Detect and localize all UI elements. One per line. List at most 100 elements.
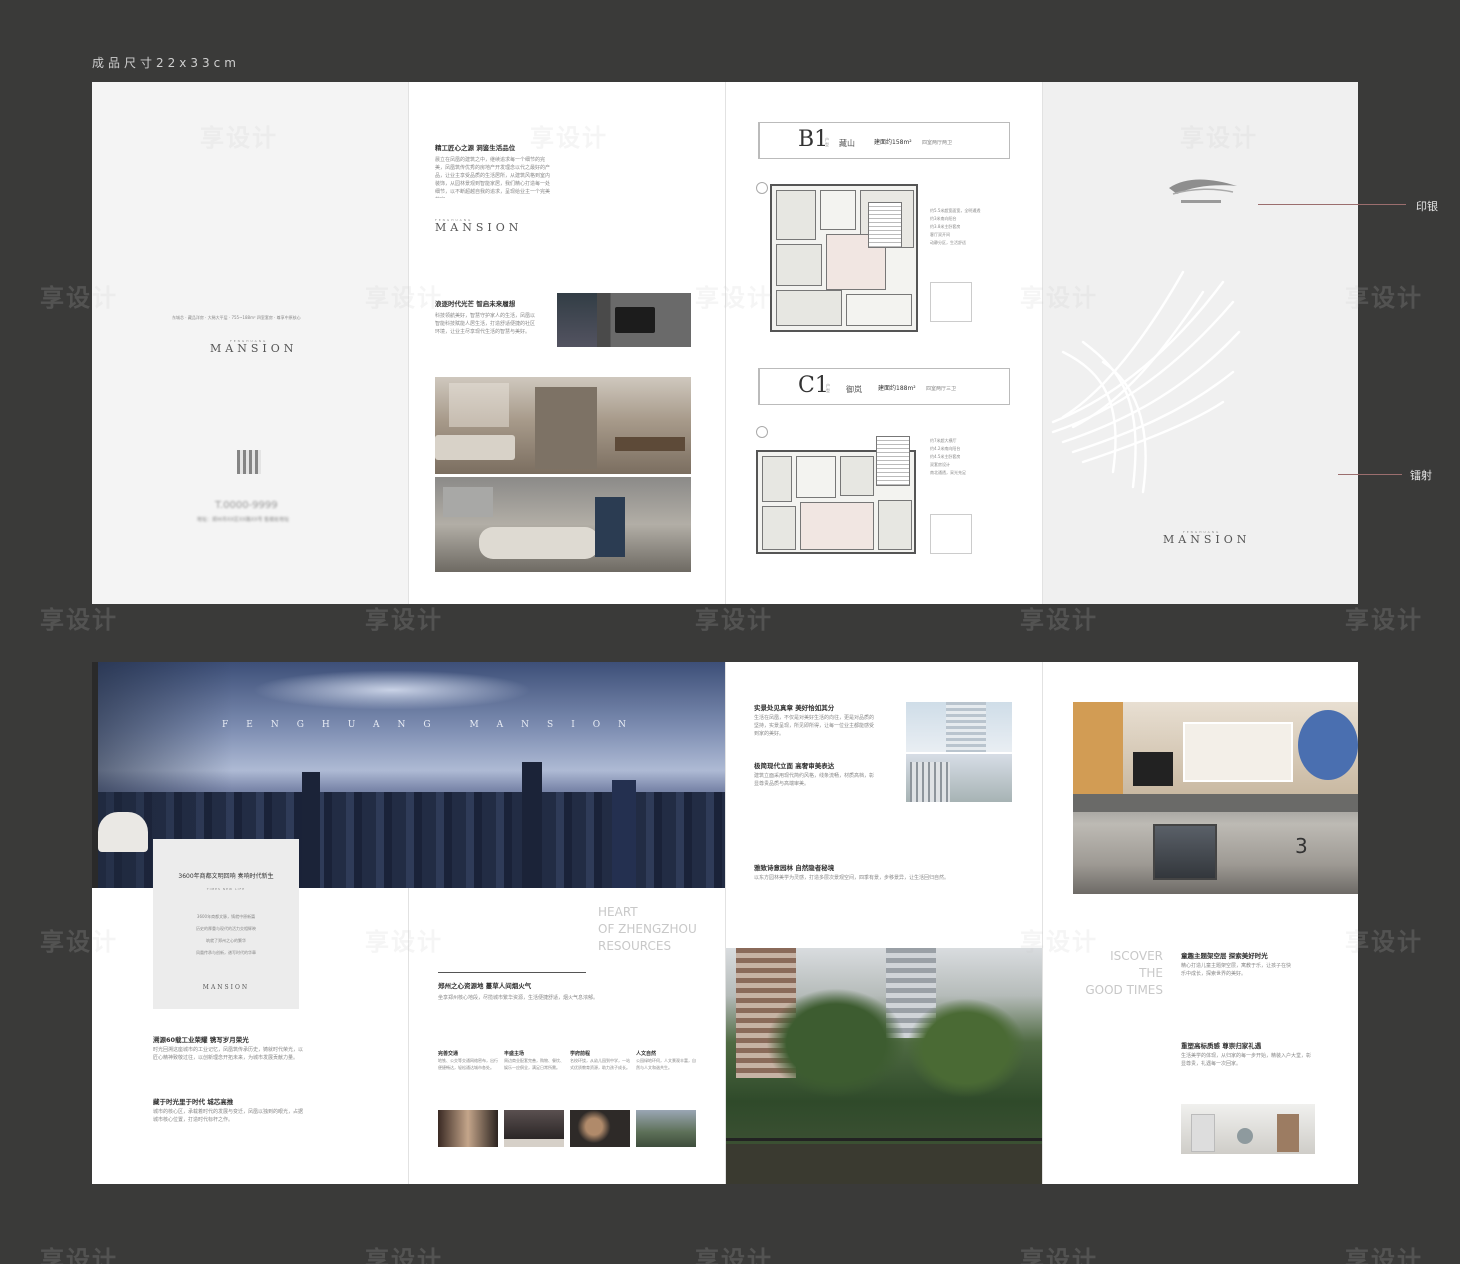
hero-brand-line: FENGHUANG MANSION [222,720,645,730]
size-label: 成品尺寸22x33cm [92,56,240,70]
compass-icon [756,426,768,438]
discover-en-title: ISCOVER THE GOOD TIMES [1083,948,1163,999]
heart-en-title: HEART OF ZHENGZHOU RESOURCES [598,904,697,955]
amenity-para-h: 生活美学的体现，从归家的每一步开始，精装入户大堂，彰显尊贵，礼遇每一次回家。 [1181,1053,1312,1067]
plan-b1-name: 藏山 [839,139,855,148]
plan-b1-feature: 约3.8米主卧套房 [930,224,961,229]
silver-logo-mark [1169,179,1237,203]
plan-b1-stair [868,202,902,248]
tower-photo [906,702,1012,752]
lobby-photo: 3 [1073,794,1358,894]
plan-c1-rooms: 四室两厅三卫 [926,386,957,392]
watermark: 享设计 [1345,1246,1423,1264]
plan-b1-feature: 客厅双开间 [930,232,950,237]
resource-col-title: 丰盛主场 [504,1051,525,1057]
garden-photo [726,948,1042,1184]
heritage-para-a: 时光回溯这座城市的工业记忆，凤凰筑传承历史，铸就时代荣光，以匠心精神致敬过往，以… [153,1047,303,1061]
heritage-heading-b: 藏于时光里于时代 城芯高推 [153,1098,234,1106]
heart-line: RESOURCES [598,939,672,953]
plan-b1-keymap [930,282,972,322]
amenity-para-g: 精心打造儿童主题架空层，寓教于乐，让孩子在快乐中成长，探索世界的美好。 [1181,963,1291,977]
plan-c1-feature: 约4.2米南向阳台 [930,446,961,451]
discover-line: THE [1139,966,1163,980]
watermark: 享设计 [1345,606,1423,634]
plan-b1-feature: 动静分区，生活舒适 [930,240,966,245]
resource-columns: 完善交通 地铁、公交等交通网络密布，出行便捷畅达，轻松通达城市各处。 丰盛主场 … [438,1050,698,1092]
plan-b1-feature: 约5.5米超宽面宽，全明通透 [930,208,981,213]
brochure-outer-spread: 东城芯 · 藏品洋房 · 大稀大平层 · 755~188m² 四室套房 · 尊享… [92,82,1358,604]
intro-heading-1: 精工匠心之源 洞鉴生活品位 [435,144,516,152]
resource-col-text: 名校环绕，从幼儿园到中学，一站式优质教育资源，助力孩子成长。 [570,1058,630,1070]
card-line: 筑就了郑州之心的繁华 [206,938,246,943]
plan-b1-features: 约5.5米超宽面宽，全明通透 约3米南向阳台 约3.8米主卧套房 客厅双开间 动… [930,207,1010,247]
lobby-number: 3 [1295,834,1308,858]
lounge-photo [435,477,691,572]
callout-label-leishe: 镭射 [1410,469,1432,482]
intro-paragraph-1: 晨立在凤凰的建筑之中，继续追求每一个细节的完美，凤凰筑传优秀的房地产开发理念以代… [435,157,551,198]
card-line: 3600年商都文脉，铸就中原新篇 [196,914,256,919]
resource-col-title: 人文自然 [636,1051,657,1057]
heritage-para-b: 城市的核心区，承载着时代的发展与变迁，凤凰以独到的眼光，占据城市核心位置，打造时… [153,1109,303,1123]
front-cover-panel: FENGHUANG MANSION [1043,82,1358,604]
plan-c1-area: 建面约188m² [878,385,916,392]
plan-b1-header: B1 户型 藏山 建面约158m² 四室两厅两卫 [758,122,1010,159]
amenity-heading-h: 重塑高标质感 尊崇归家礼遇 [1181,1042,1262,1050]
heritage-card: 3600年商都文明回响 奏响时代新生 TIMES NEW LIFE 3600年商… [153,839,299,1009]
plan-c1-feature: 约4.5米主卧套房 [930,454,961,459]
intro-heading-2: 浪逐时代光芒 智启未来履想 [435,300,516,308]
dining-photo [504,1110,564,1147]
plan-b1-rooms: 四室两厅两卫 [922,140,953,146]
scenery-heading-f: 雅致诗意园林 自然隐者秘境 [754,864,835,872]
plan-c1-feature: 南北通透，采光充足 [930,470,966,475]
intro-logo: MANSION [435,221,523,234]
brand-logo: MANSION [210,342,298,355]
plan-b1-feature: 约3米南向阳台 [930,216,957,221]
plan-c1-stair [876,436,910,486]
back-cover-panel: 东城芯 · 藏品洋房 · 大稀大平层 · 755~188m² 四室套房 · 尊享… [92,82,408,604]
plan-b1-area: 建面约158m² [874,139,912,146]
scenery-para-d: 生活在凤凰，不仅是对美好生活的向往，更是对品质的坚持，实景呈现，所见即所得，让每… [754,715,875,737]
intro-panel: 精工匠心之源 洞鉴生活品位 晨立在凤凰的建筑之中，继续追求每一个细节的完美，凤凰… [409,82,725,604]
amenity-panel: 3 ISCOVER THE GOOD TIMES 童趣主题架空层 探索美好时光 … [1043,662,1358,1184]
heart-para: 坐享郑州核心地段，尽揽城市繁华资源，生活便捷舒适，烟火气息浓郁。 [438,995,599,1001]
facade-photo [906,754,1012,802]
callout-label-yinyin: 印银 [1416,200,1438,213]
metro-photo [438,1110,498,1147]
plan-c1-feature: 约7米超大横厅 [930,438,957,443]
card-headline: 3600年商都文明回响 奏响时代新生 [178,873,274,880]
plan-c1-name: 御岚 [846,385,862,394]
park-aerial-photo [636,1110,696,1147]
resource-col-title: 学府前程 [570,1051,591,1057]
qr-code [237,450,261,474]
amenity-heading-g: 童趣主题架空层 探索美好时光 [1181,952,1268,960]
brochure-inner-spread: FENGHUANG MANSION 3600年商都文明回响 奏响时代新生 TIM… [92,662,1358,1184]
discover-line: GOOD TIMES [1085,983,1163,997]
plan-c1-feature: 双套房设计 [930,462,950,467]
scenery-heading-d: 实景处见真章 美好恰如其分 [754,704,835,712]
heart-heading: 郑州之心资源地 蔓草人间烟火气 [438,982,532,990]
cover-logo: MANSION [1163,533,1251,546]
resource-col-title: 完善交通 [438,1051,459,1057]
plan-c1-keymap [930,514,972,554]
plan-c1-features: 约7米超大横厅 约4.2米南向阳台 约4.5米主卧套房 双套房设计 南北通透，采… [930,437,1010,477]
heritage-heading-a: 溯源60载工业荣耀 镌写岁月荣光 [153,1036,249,1044]
watermark: 享设计 [365,606,443,634]
plan-c1-code: C1 [798,373,829,398]
card-sub: TIMES NEW LIFE [206,887,246,891]
compass-icon [756,182,768,194]
intro-paragraph-2: 科技领航美好，智慧守护家人的生活，凤凰以智能科技赋能人居生活，打造舒适便捷的社区… [435,313,536,335]
resource-col-text: 地铁、公交等交通网络密布，出行便捷畅达，轻松通达城市各处。 [438,1058,498,1070]
scenery-para-e: 建筑立面采用现代简约风格，线条流畅，材质高档，彰显尊贵品质与高端审美。 [754,773,875,787]
resource-col-text: 周边商业配套完善，购物、餐饮、娱乐一应俱全，满足日常所需。 [504,1058,564,1070]
plan-b1-type-label: 户型 [825,137,829,147]
heart-line: HEART [598,905,638,919]
watermark: 享设计 [365,1246,443,1264]
watermark: 享设计 [695,1246,773,1264]
cover-tagline: 东城芯 · 藏品洋房 · 大稀大平层 · 755~188m² 四室套房 · 尊享… [172,315,301,320]
scenery-para-f: 以东方园林美学为灵感，打造多层次景观空间，四季有景，步移景异，让生活回归自然。 [754,875,950,881]
heart-line: OF ZHENGZHOU [598,922,697,936]
watermark: 享设计 [1020,1246,1098,1264]
discover-line: ISCOVER [1110,949,1163,963]
card-line: 凤凰传承与创新，谱写时代的华章 [196,950,256,955]
watermark: 享设计 [40,606,118,634]
